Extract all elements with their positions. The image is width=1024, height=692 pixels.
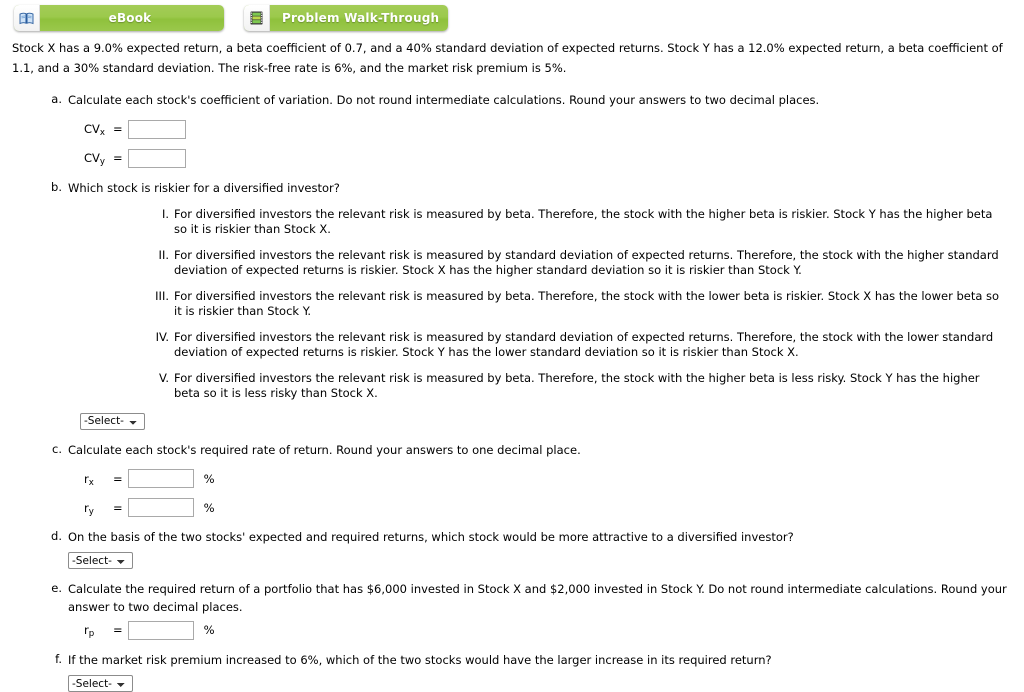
part-f-text: If the market risk premium increased to … <box>68 652 1016 669</box>
option-text: For diversified investors the relevant r… <box>174 207 1016 238</box>
cv-x-equals: = <box>113 122 123 136</box>
part-a-marker: a. <box>50 92 68 167</box>
cv-x-row: CVx = <box>84 120 1016 139</box>
list-item: V. For diversified investors the relevan… <box>144 371 1016 402</box>
r-x-label: rx <box>84 472 110 486</box>
r-x-input[interactable] <box>128 469 194 488</box>
part-e-text: Calculate the required return of a portf… <box>68 581 1016 616</box>
r-p-input[interactable] <box>128 621 194 640</box>
option-text: For diversified investors the relevant r… <box>174 371 1016 402</box>
problem-walkthrough-button-label: Problem Walk-Through <box>270 11 451 25</box>
list-item: IV. For diversified investors the releva… <box>144 330 1016 361</box>
part-d-text: On the basis of the two stocks' expected… <box>68 529 1016 546</box>
option-text: For diversified investors the relevant r… <box>174 289 1016 320</box>
part-f-select[interactable]: -Select- <box>68 675 133 692</box>
option-numeral: II. <box>144 248 174 279</box>
cv-x-label: CVx <box>84 122 110 136</box>
r-y-row: ry = % <box>84 498 1016 517</box>
r-p-row: rp = % <box>84 621 1016 640</box>
list-item: III. For diversified investors the relev… <box>144 289 1016 320</box>
option-numeral: V. <box>144 371 174 402</box>
question-part-a: a. Calculate each stock's coefficient of… <box>12 92 1016 167</box>
problem-content: Stock X has a 9.0% expected return, a be… <box>0 38 1024 692</box>
ebook-button[interactable]: eBook <box>14 5 224 31</box>
r-y-label: ry <box>84 501 110 515</box>
option-text: For diversified investors the relevant r… <box>174 330 1016 361</box>
part-b-marker: b. <box>50 180 68 430</box>
cv-y-equals: = <box>113 151 123 165</box>
part-a-text: Calculate each stock's coefficient of va… <box>68 92 1016 109</box>
cv-y-row: CVy = <box>84 149 1016 168</box>
option-numeral: III. <box>144 289 174 320</box>
question-part-e: e. Calculate the required return of a po… <box>12 581 1016 640</box>
r-x-percent-sign: % <box>204 472 215 486</box>
part-d-select-wrap: -Select- <box>68 552 1016 569</box>
r-y-input[interactable] <box>128 498 194 517</box>
part-f-marker: f. <box>50 652 68 692</box>
part-f-select-wrap: -Select- <box>68 675 1016 692</box>
part-d-select[interactable]: -Select- <box>68 552 133 569</box>
part-b-select-wrap: -Select- <box>80 413 1016 430</box>
r-x-equals: = <box>113 472 123 486</box>
cv-y-input[interactable] <box>128 149 186 168</box>
part-b-options-wrap: I. For diversified investors the relevan… <box>68 207 1016 402</box>
r-p-label: rp <box>84 623 110 637</box>
part-b-select[interactable]: -Select- <box>80 413 145 430</box>
part-b-text: Which stock is riskier for a diversified… <box>68 180 1016 197</box>
ebook-button-label: eBook <box>36 11 224 25</box>
part-d-marker: d. <box>50 529 68 569</box>
problem-intro-text: Stock X has a 9.0% expected return, a be… <box>12 38 1016 78</box>
r-x-row: rx = % <box>84 469 1016 488</box>
r-y-equals: = <box>113 501 123 515</box>
cv-x-input[interactable] <box>128 120 186 139</box>
part-c-text: Calculate each stock's required rate of … <box>68 442 1016 459</box>
part-e-marker: e. <box>50 581 68 640</box>
option-numeral: I. <box>144 207 174 238</box>
r-y-percent-sign: % <box>204 501 215 515</box>
r-p-percent-sign: % <box>204 623 215 637</box>
r-p-equals: = <box>113 623 123 637</box>
film-strip-icon <box>244 5 270 31</box>
part-c-marker: c. <box>50 442 68 517</box>
problem-walkthrough-button[interactable]: Problem Walk-Through <box>244 5 448 31</box>
resource-toolbar: eBook Problem Walk-Through <box>0 0 1024 38</box>
question-part-c: c. Calculate each stock's required rate … <box>12 442 1016 517</box>
question-part-b: b. Which stock is riskier for a diversif… <box>12 180 1016 430</box>
part-b-option-list: I. For diversified investors the relevan… <box>144 207 1016 402</box>
list-item: II. For diversified investors the releva… <box>144 248 1016 279</box>
question-part-d: d. On the basis of the two stocks' expec… <box>12 529 1016 569</box>
option-text: For diversified investors the relevant r… <box>174 248 1016 279</box>
list-item: I. For diversified investors the relevan… <box>144 207 1016 238</box>
question-part-f: f. If the market risk premium increased … <box>12 652 1016 692</box>
option-numeral: IV. <box>144 330 174 361</box>
cv-y-label: CVy <box>84 151 110 165</box>
